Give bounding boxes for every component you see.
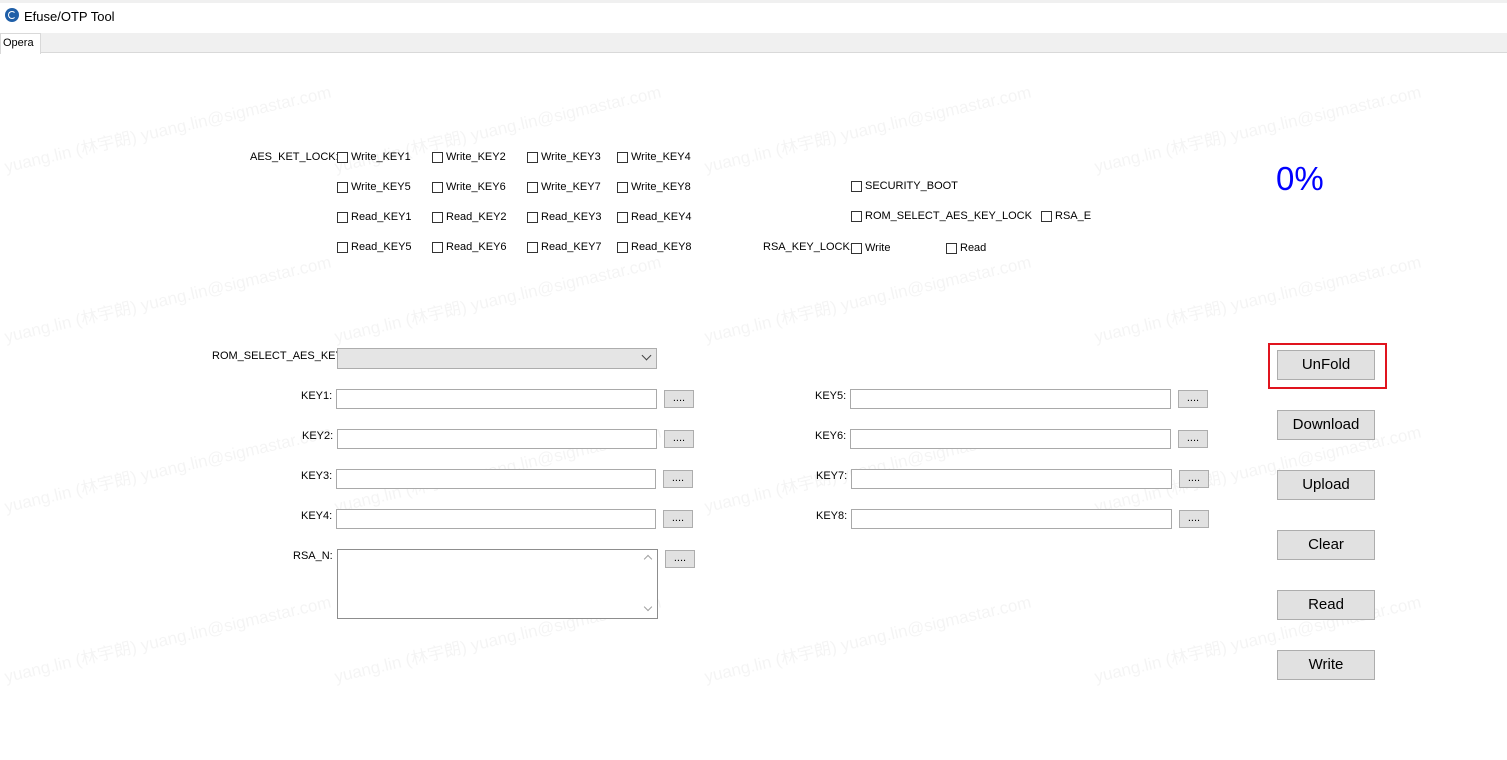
watermark: yuang.lin (林宇朗) yuang.lin@sigmastar.com (1091, 78, 1423, 178)
checkbox-box[interactable] (432, 241, 443, 253)
checkbox-write-key8[interactable]: Write_KEY8 (617, 181, 691, 193)
checkbox-read-key7[interactable]: Read_KEY7 (527, 241, 602, 253)
checkbox-write-key3[interactable]: Write_KEY3 (527, 151, 601, 163)
checkbox-box[interactable] (337, 211, 348, 223)
key4-label: KEY4: (301, 510, 333, 522)
checkbox-box[interactable] (337, 181, 348, 193)
watermark: yuang.lin (林宇朗) yuang.lin@sigmastar.com (1, 588, 333, 688)
checkbox-read-key4[interactable]: Read_KEY4 (617, 211, 692, 223)
key5-browse-button[interactable]: .... (1178, 390, 1208, 408)
checkbox-box[interactable] (527, 241, 538, 253)
watermark: yuang.lin (林宇朗) yuang.lin@sigmastar.com (1, 248, 333, 348)
write-button[interactable]: Write (1277, 650, 1375, 680)
checkbox-box[interactable] (337, 151, 348, 163)
key2-label: KEY2: (302, 430, 334, 442)
key2-browse-button[interactable]: .... (664, 430, 694, 448)
checkbox-read-key8[interactable]: Read_KEY8 (617, 241, 692, 253)
progress-percent: 0% (1276, 160, 1324, 197)
checkbox-box[interactable] (527, 151, 538, 163)
checkbox-box[interactable] (1041, 210, 1052, 222)
key7-label: KEY7: (816, 470, 848, 482)
watermark: yuang.lin (林宇朗) yuang.lin@sigmastar.com (1, 418, 333, 518)
checkbox-box[interactable] (851, 210, 862, 222)
checkbox-box[interactable] (851, 180, 862, 192)
checkbox-write-key1[interactable]: Write_KEY1 (337, 151, 411, 163)
watermark: yuang.lin (林宇朗) yuang.lin@sigmastar.com (701, 588, 1033, 688)
checkbox-rsa-e[interactable]: RSA_E (1041, 210, 1091, 222)
watermark: yuang.lin (林宇朗) yuang.lin@sigmastar.com (331, 248, 663, 348)
key1-browse-button[interactable]: .... (664, 390, 694, 408)
key5-label: KEY5: (815, 390, 847, 402)
key3-input[interactable] (336, 469, 656, 489)
checkbox-box[interactable] (432, 151, 443, 163)
aes-lock-label: AES_KET_LOCK: (250, 151, 339, 163)
key8-browse-button[interactable]: .... (1179, 510, 1209, 528)
checkbox-write-key6[interactable]: Write_KEY6 (432, 181, 506, 193)
checkbox-security-boot[interactable]: SECURITY_BOOT (851, 180, 958, 192)
key3-label: KEY3: (301, 470, 333, 482)
rom-select-dropdown[interactable] (337, 348, 657, 369)
key8-input[interactable] (851, 509, 1172, 529)
checkbox-read-key1[interactable]: Read_KEY1 (337, 211, 412, 223)
rsa-n-label: RSA_N: (293, 550, 333, 562)
read-button[interactable]: Read (1277, 590, 1375, 620)
key2-input[interactable] (337, 429, 657, 449)
watermark: yuang.lin (林宇朗) yuang.lin@sigmastar.com (701, 78, 1033, 178)
checkbox-box[interactable] (432, 181, 443, 193)
unfold-button[interactable]: UnFold (1277, 350, 1375, 380)
watermark: yuang.lin (林宇朗) yuang.lin@sigmastar.com (701, 248, 1033, 348)
key7-browse-button[interactable]: .... (1179, 470, 1209, 488)
title-bar (0, 0, 1507, 33)
scroll-up-icon[interactable] (643, 554, 653, 564)
key4-browse-button[interactable]: .... (663, 510, 693, 528)
checkbox-box[interactable] (527, 181, 538, 193)
checkbox-write-key2[interactable]: Write_KEY2 (432, 151, 506, 163)
checkbox-write-key7[interactable]: Write_KEY7 (527, 181, 601, 193)
checkbox-box[interactable] (617, 241, 628, 253)
checkbox-box[interactable] (617, 211, 628, 223)
tab-opera[interactable]: Opera (0, 33, 41, 54)
key6-browse-button[interactable]: .... (1178, 430, 1208, 448)
key1-label: KEY1: (301, 390, 333, 402)
checkbox-box[interactable] (527, 211, 538, 223)
key3-browse-button[interactable]: .... (663, 470, 693, 488)
checkbox-read-key3[interactable]: Read_KEY3 (527, 211, 602, 223)
key4-input[interactable] (336, 509, 656, 529)
checkbox-write-key5[interactable]: Write_KEY5 (337, 181, 411, 193)
key5-input[interactable] (850, 389, 1171, 409)
upload-button[interactable]: Upload (1277, 470, 1375, 500)
checkbox-rom-select-aes-key-lock[interactable]: ROM_SELECT_AES_KEY_LOCK (851, 210, 1032, 222)
key6-input[interactable] (850, 429, 1171, 449)
checkbox-write-key4[interactable]: Write_KEY4 (617, 151, 691, 163)
checkbox-box[interactable] (946, 242, 957, 254)
checkbox-read-key6[interactable]: Read_KEY6 (432, 241, 507, 253)
key7-input[interactable] (851, 469, 1172, 489)
checkbox-box[interactable] (851, 242, 862, 254)
checkbox-box[interactable] (432, 211, 443, 223)
checkbox-read-key5[interactable]: Read_KEY5 (337, 241, 412, 253)
key6-label: KEY6: (815, 430, 847, 442)
checkbox-rsa-read[interactable]: Read (946, 242, 986, 254)
key8-label: KEY8: (816, 510, 848, 522)
rom-select-label: ROM_SELECT_AES_KEY: (212, 350, 346, 362)
watermark: yuang.lin (林宇朗) yuang.lin@sigmastar.com (1091, 248, 1423, 348)
rsa-n-scrollbar[interactable] (641, 550, 657, 618)
checkbox-box[interactable] (617, 181, 628, 193)
clear-button[interactable]: Clear (1277, 530, 1375, 560)
checkbox-box[interactable] (337, 241, 348, 253)
checkbox-rsa-write[interactable]: Write (851, 242, 890, 254)
checkbox-read-key2[interactable]: Read_KEY2 (432, 211, 507, 223)
download-button[interactable]: Download (1277, 410, 1375, 440)
chevron-down-icon (641, 350, 652, 361)
scroll-down-icon[interactable] (643, 602, 653, 612)
rsa-lock-label: RSA_KEY_LOCK: (763, 241, 853, 253)
key1-input[interactable] (336, 389, 657, 409)
rsa-n-textarea[interactable] (337, 549, 658, 619)
rsa-n-browse-button[interactable]: .... (665, 550, 695, 568)
checkbox-box[interactable] (617, 151, 628, 163)
app-icon (5, 8, 19, 22)
window-title: Efuse/OTP Tool (24, 9, 115, 24)
tab-strip (0, 33, 1507, 53)
